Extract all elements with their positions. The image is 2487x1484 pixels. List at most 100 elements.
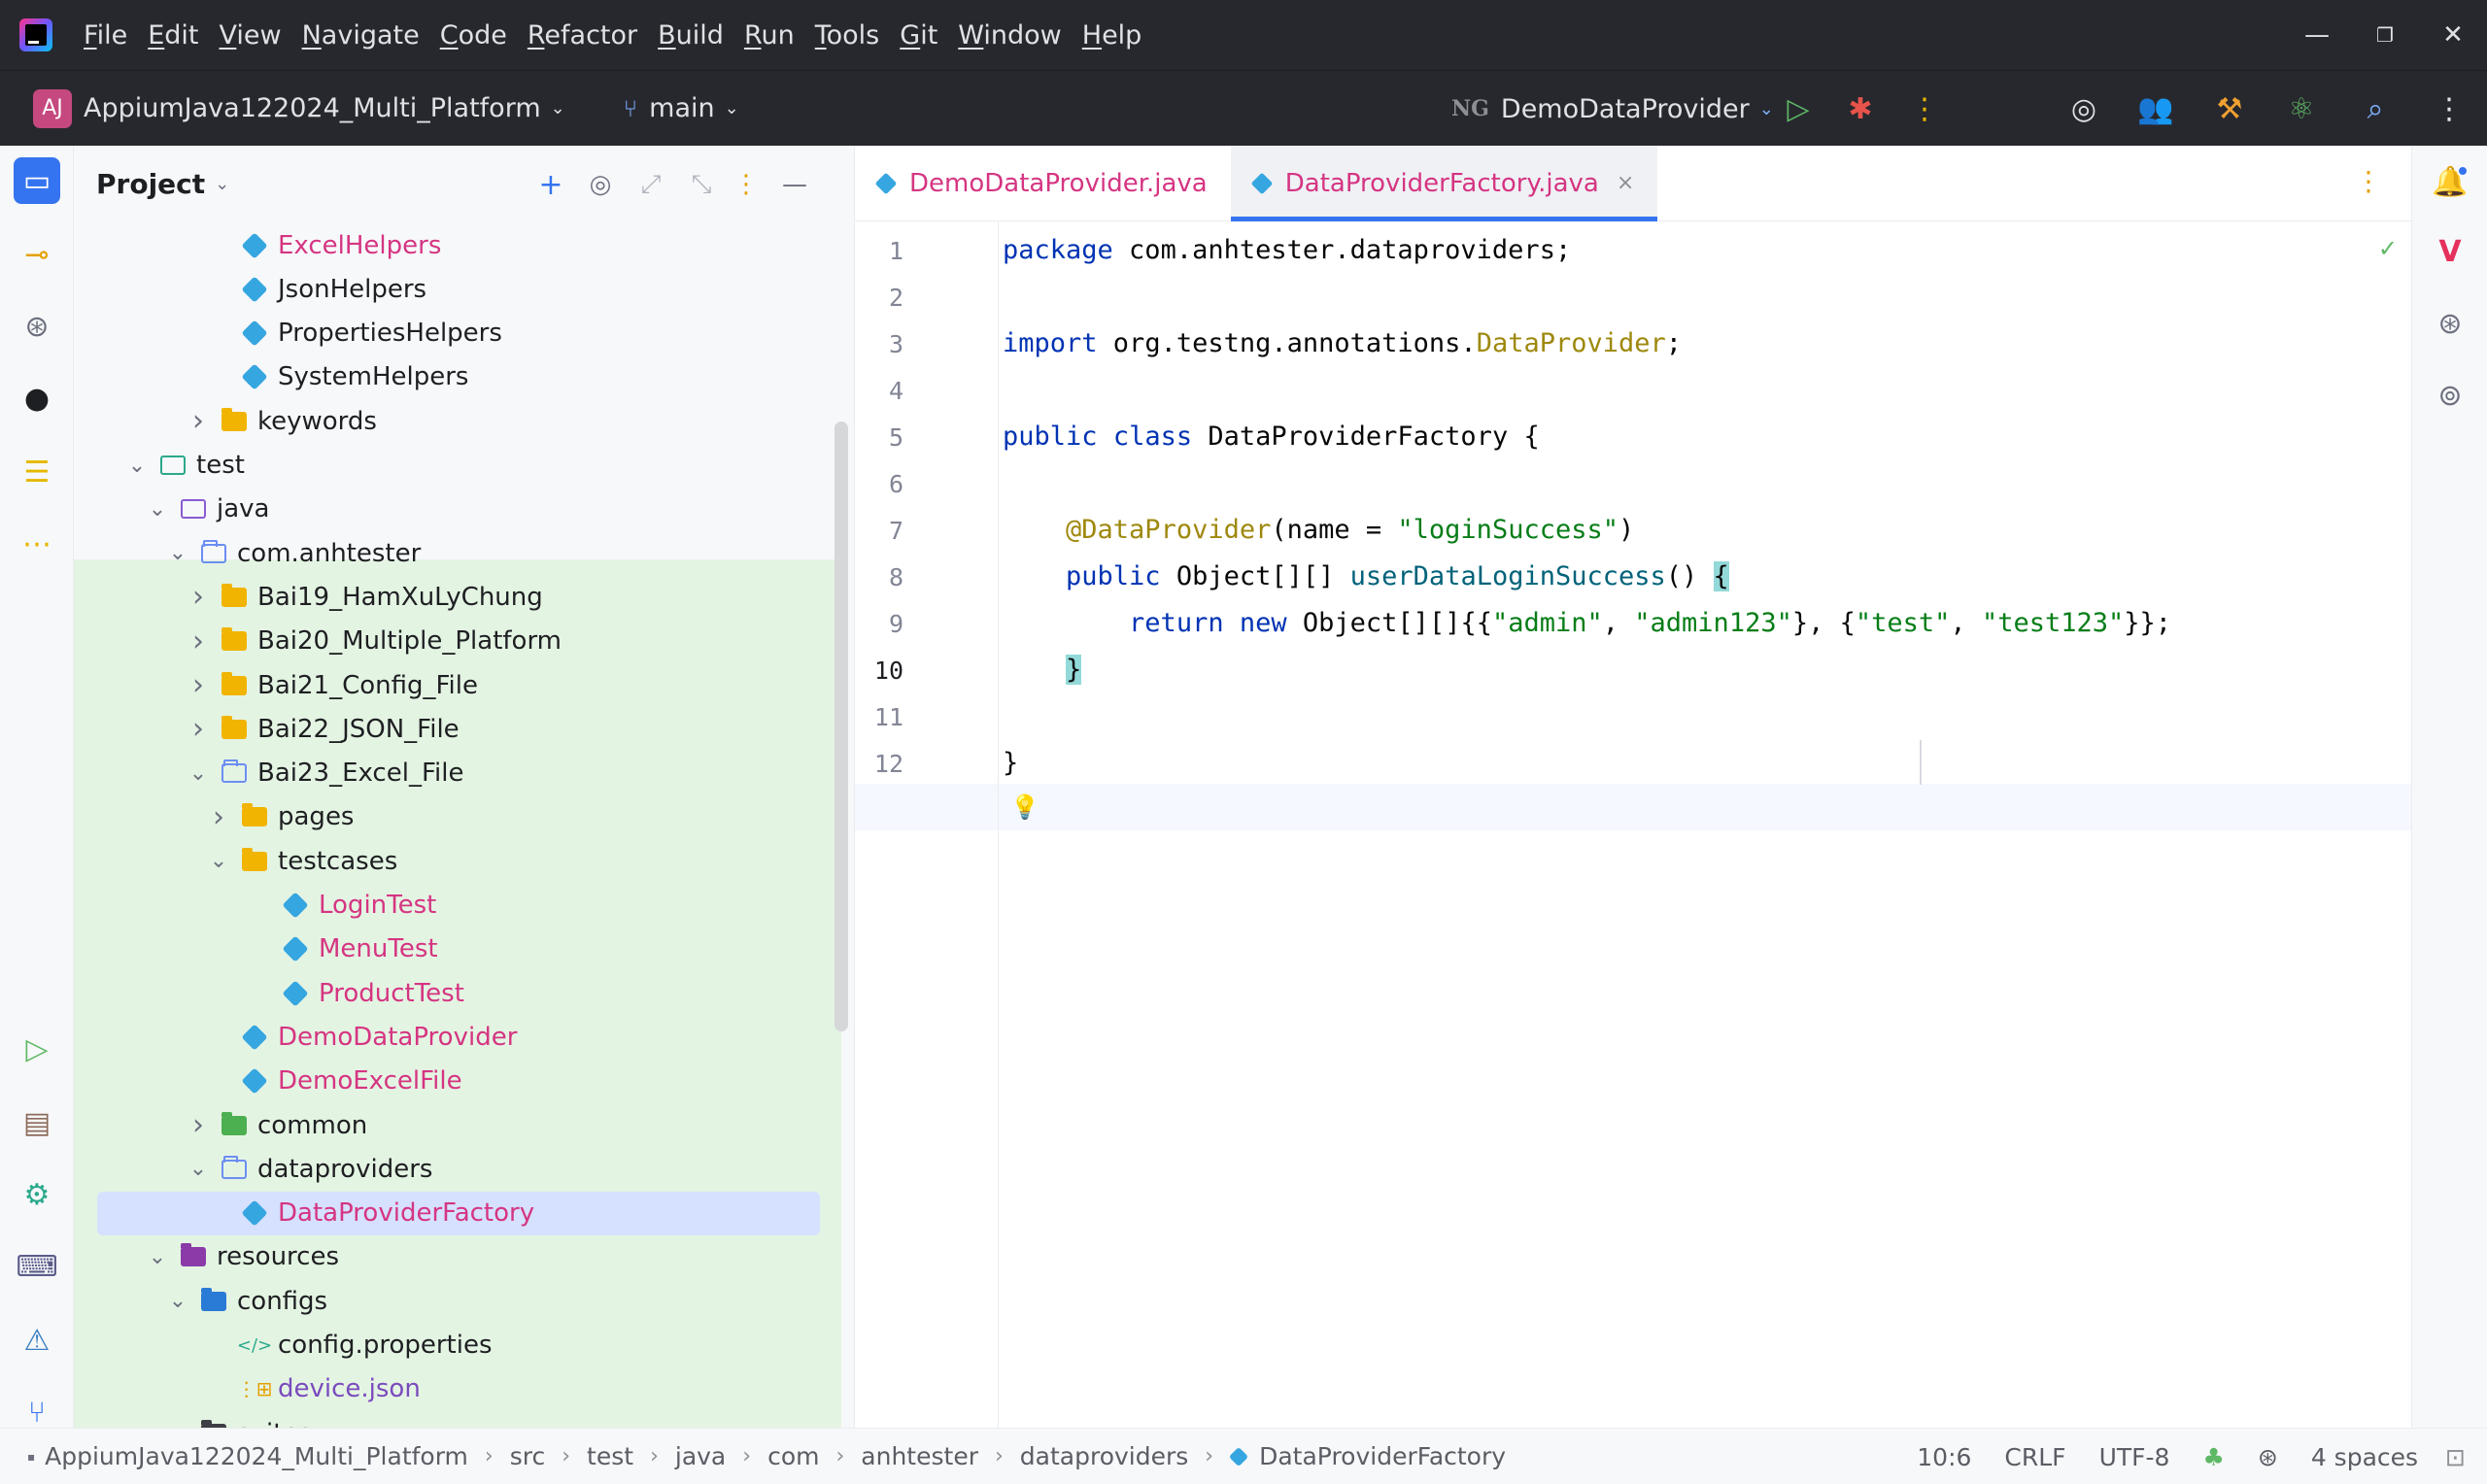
tree-item[interactable]: ProductTest [74,971,841,1015]
project-tool-icon[interactable]: ▭ [14,157,60,204]
run-icon[interactable]: ▷ [1778,88,1819,129]
chevron-right-icon[interactable]: › [187,624,210,658]
breadcrumb-item[interactable]: AppiumJava122024_Multi_Platform [45,1442,468,1470]
chevron-right-icon[interactable]: › [187,404,210,438]
menu-file[interactable]: File [84,20,127,51]
tree-item[interactable]: › Bai20_Multiple_Platform [74,620,841,663]
tree-item[interactable]: › Bai21_Config_File [74,663,841,707]
tree-item[interactable]: DataProviderFactory [74,1191,841,1235]
tree-item[interactable]: ⋮⊞ device.json [74,1367,841,1411]
expand-all-icon[interactable]: ⤢ [631,165,670,204]
ai-assistant-icon[interactable]: ⊚ [2430,375,2470,416]
breadcrumb-item[interactable]: src [510,1442,546,1470]
lock-icon[interactable]: ⊡ [2445,1443,2466,1471]
line-ending[interactable]: CRLF [2004,1443,2065,1471]
chevron-down-icon[interactable]: ⌄ [166,1421,189,1428]
chevron-right-icon[interactable]: › [207,800,230,834]
copilot-chat-icon[interactable]: ⊛ [2430,303,2470,344]
chevron-down-icon[interactable]: ⌄ [166,1289,189,1313]
chevron-down-icon[interactable]: ⌄ [187,1157,210,1181]
commit-icon[interactable]: ⊸ [14,231,60,278]
settings-menu-icon[interactable]: ⋮ [2429,88,2470,129]
tree-item[interactable]: DemoExcelFile [74,1060,841,1103]
add-icon[interactable]: + [531,165,570,204]
options-icon[interactable]: ⋮ [727,165,766,204]
code-editor[interactable]: package com.anhtester.dataproviders; impo… [1003,221,2411,1428]
breadcrumb-item[interactable]: com [767,1442,819,1470]
tree-item[interactable]: ⌄ resources [74,1235,841,1279]
tree-item[interactable]: › pages [74,795,841,839]
tree-icon[interactable]: ♣ [2202,1443,2224,1471]
locate-file-icon[interactable]: ◎ [581,165,620,204]
chevron-right-icon[interactable]: › [187,712,210,746]
breadcrumb-item[interactable]: DataProviderFactory [1259,1442,1506,1470]
tree-item[interactable]: ⌄ suites [74,1411,841,1428]
code-with-me-icon[interactable]: ◎ [2063,88,2104,129]
tree-item[interactable]: ⌄ test [74,444,841,488]
chevron-right-icon[interactable]: › [187,1108,210,1142]
tab-data-provider-factory[interactable]: DataProviderFactory.java × [1230,146,1658,221]
chevron-down-icon[interactable]: ⌄ [125,454,149,478]
project-tree-scrollbar[interactable] [835,422,848,1031]
problems-icon[interactable]: ⚠ [14,1317,60,1364]
tree-item[interactable]: ⌄ configs [74,1279,841,1323]
chevron-right-icon[interactable]: › [187,668,210,702]
collapse-all-icon[interactable]: ⤡ [682,165,721,204]
menu-edit[interactable]: Edit [148,20,198,51]
indent-setting[interactable]: 4 spaces [2311,1443,2418,1471]
tree-item[interactable]: › Bai19_HamXuLyChung [74,575,841,619]
minimize-button[interactable]: — [2283,0,2351,70]
breadcrumb-item[interactable]: anhtester [861,1442,978,1470]
tree-item[interactable]: › keywords [74,399,841,443]
caret-position[interactable]: 10:6 [1917,1443,1971,1471]
github-icon[interactable]: ● [14,375,60,422]
project-panel-title[interactable]: Project [96,168,205,200]
menu-window[interactable]: Window [958,20,1061,51]
collaboration-icon[interactable]: 👥 [2135,88,2176,129]
breadcrumb-item[interactable]: java [675,1442,726,1470]
tab-options-icon[interactable]: ⋮ [2355,165,2382,197]
chevron-down-icon[interactable]: ⌄ [166,541,189,565]
more-actions-icon[interactable]: ⋮ [1904,88,1945,129]
tree-item[interactable]: JsonHelpers [74,267,841,311]
tab-demo-data-provider[interactable]: DemoDataProvider.java [855,146,1231,220]
chevron-down-icon[interactable]: ⌄ [146,497,169,522]
plugin-icon[interactable]: ⚛ [2281,88,2322,129]
tree-item[interactable]: ⌄ Bai23_Excel_File [74,752,841,795]
tree-item[interactable]: LoginTest [74,884,841,928]
tree-item[interactable]: ⌄ com.anhtester [74,531,841,575]
run-tool-icon[interactable]: ▷ [14,1026,60,1072]
tree-item[interactable]: ⌄ dataproviders [74,1147,841,1191]
copilot-status-icon[interactable]: ⊛ [2258,1443,2278,1471]
menu-code[interactable]: Code [440,20,507,51]
chevron-right-icon[interactable]: › [187,580,210,614]
tree-item[interactable]: ⌄ java [74,488,841,531]
restore-button[interactable]: ❐ [2351,0,2419,70]
menu-navigate[interactable]: Navigate [302,20,420,51]
tree-item[interactable]: PropertiesHelpers [74,312,841,355]
more-tools-icon[interactable]: ⋯ [14,521,60,567]
structure-icon[interactable]: ☰ [14,449,60,495]
services-icon[interactable]: ▤ [14,1099,60,1146]
debug-icon[interactable]: ✱ [1840,88,1881,129]
tree-item[interactable]: SystemHelpers [74,355,841,399]
vscode-plugin-icon[interactable]: V [2430,231,2470,272]
file-encoding[interactable]: UTF-8 [2099,1443,2170,1471]
menu-run[interactable]: Run [744,20,795,51]
chevron-down-icon[interactable]: ⌄ [215,174,229,194]
run-config-selector[interactable]: NG DemoDataProvider ⌄ [1451,71,1774,147]
chevron-down-icon[interactable]: ⌄ [146,1245,169,1269]
no-problems-check-icon[interactable]: ✓ [2378,235,2398,262]
menu-build[interactable]: Build [658,20,724,51]
tree-item[interactable]: ⌄ testcases [74,839,841,883]
menu-tools[interactable]: Tools [815,20,880,51]
breadcrumb-item[interactable]: dataproviders [1020,1442,1189,1470]
tree-item[interactable]: › Bai22_JSON_File [74,707,841,751]
menu-view[interactable]: View [220,20,282,51]
tree-item[interactable]: MenuTest [74,928,841,971]
hide-panel-icon[interactable]: — [775,165,814,204]
close-window-button[interactable]: ✕ [2419,0,2487,70]
chevron-down-icon[interactable]: ⌄ [207,849,230,873]
menu-git[interactable]: Git [900,20,937,51]
branch-selector[interactable]: ⑂ main ⌄ [624,93,739,123]
